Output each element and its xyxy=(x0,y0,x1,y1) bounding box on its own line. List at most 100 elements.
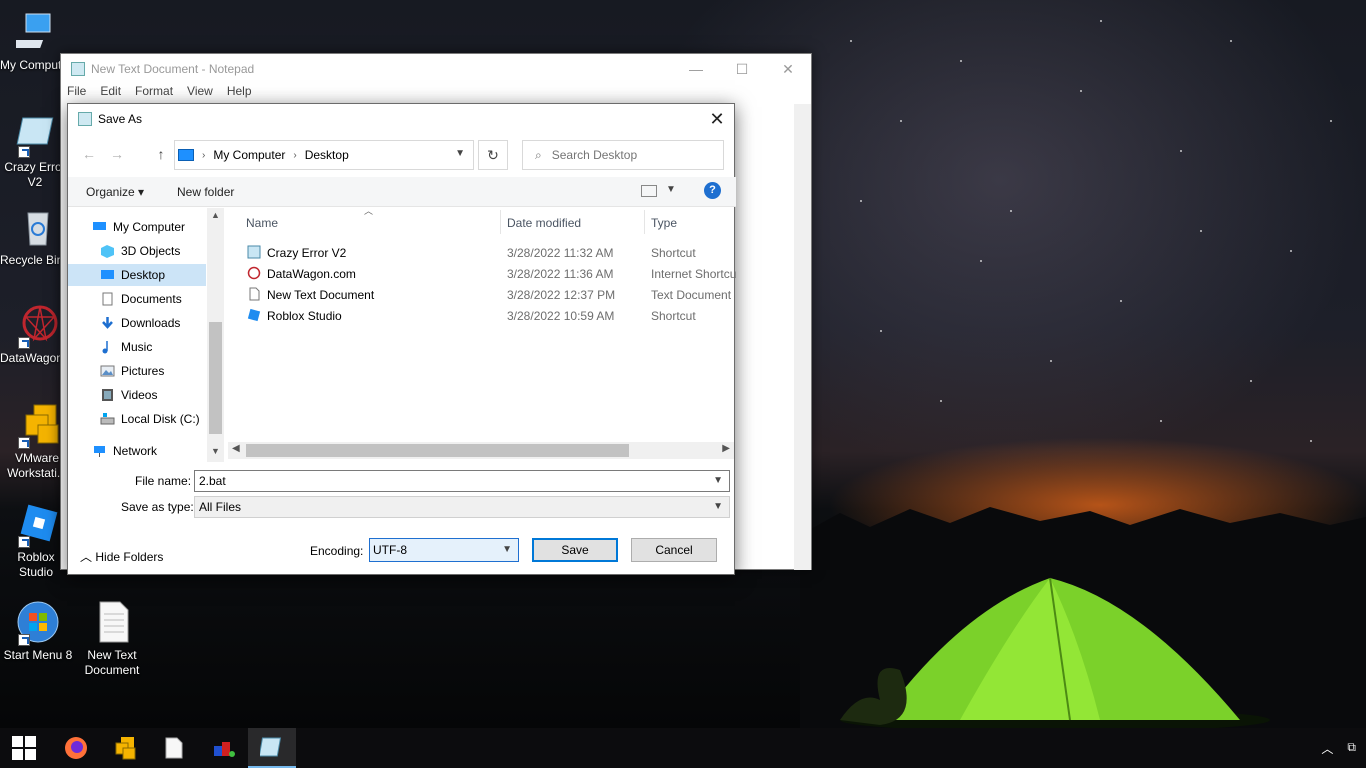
taskbar-firefox[interactable] xyxy=(52,728,100,768)
forward-arrow-icon[interactable]: → xyxy=(108,146,126,162)
videos-icon xyxy=(102,389,113,401)
scroll-right-icon[interactable]: ▶ xyxy=(722,443,730,454)
tree-item-network[interactable]: Network xyxy=(68,440,206,462)
column-divider[interactable] xyxy=(644,210,645,234)
column-header-date[interactable]: Date modified xyxy=(507,216,581,230)
sort-ascending-icon: ︿ xyxy=(364,208,374,216)
menu-help[interactable]: Help xyxy=(227,84,252,102)
file-name-combobox[interactable]: ▼ xyxy=(194,470,730,492)
navigation-pane-scrollbar[interactable]: ▲ ▼ xyxy=(207,208,224,462)
tree-item-local-disk[interactable]: Local Disk (C:) xyxy=(68,408,206,430)
tree-item-pictures[interactable]: Pictures xyxy=(68,360,206,382)
tree-item-downloads[interactable]: Downloads xyxy=(68,312,206,334)
maximize-button[interactable]: ☐ xyxy=(719,54,765,84)
refresh-icon[interactable]: ↻ xyxy=(478,140,508,170)
crazy-error-icon xyxy=(16,112,60,158)
shortcut-arrow-icon xyxy=(18,437,30,449)
windows-logo-icon xyxy=(12,736,36,760)
scrollbar-thumb[interactable] xyxy=(209,322,222,434)
notepad-vertical-scrollbar[interactable] xyxy=(794,104,811,570)
datawagon-icon xyxy=(16,303,60,349)
dialog-titlebar[interactable]: Save As xyxy=(68,104,734,134)
tree-item-my-computer[interactable]: My Computer xyxy=(68,216,206,238)
menu-file[interactable]: File xyxy=(67,84,86,102)
chevron-down-icon[interactable]: ▼ xyxy=(713,497,723,517)
file-row[interactable]: Crazy Error V2 3/28/2022 11:32 AM Shortc… xyxy=(241,242,736,263)
file-name-label: File name: xyxy=(135,474,192,488)
vmware-icon xyxy=(115,737,136,760)
dialog-close-button[interactable]: ✕ xyxy=(704,106,730,132)
column-header-name[interactable]: Name xyxy=(246,216,278,230)
downloads-icon xyxy=(102,317,113,329)
up-arrow-icon[interactable]: ↑ xyxy=(152,146,170,162)
shortcut-arrow-icon xyxy=(18,146,30,158)
taskbar-vmware[interactable] xyxy=(101,728,149,768)
back-arrow-icon[interactable]: ← xyxy=(80,146,98,162)
breadcrumb-desktop[interactable]: Desktop xyxy=(305,148,349,162)
scroll-down-icon[interactable]: ▼ xyxy=(207,446,224,462)
cancel-button[interactable]: Cancel xyxy=(631,538,717,562)
chevron-down-icon[interactable]: ▼ xyxy=(713,475,723,486)
system-tray: ︿ ⧉ xyxy=(1321,740,1356,757)
firefox-icon xyxy=(65,737,87,759)
help-icon[interactable]: ? xyxy=(704,182,721,199)
network-status-icon[interactable]: ⧉ xyxy=(1347,740,1356,757)
encoding-select[interactable]: UTF-8 ▼ xyxy=(369,538,519,562)
navigation-bar: ← → ↑ › My Computer › Desktop ▼ ↻ ⌕ xyxy=(68,138,736,170)
breadcrumb-separator-icon: › xyxy=(202,149,206,161)
pictures-icon xyxy=(100,365,115,377)
chevron-up-icon[interactable]: ︿ xyxy=(1321,740,1333,757)
tree-item-documents[interactable]: Documents xyxy=(68,288,206,310)
3d-objects-icon xyxy=(101,245,114,258)
breadcrumb-my-computer[interactable]: My Computer xyxy=(213,148,285,162)
roblox-studio-icon xyxy=(16,502,60,548)
minimize-button[interactable]: — xyxy=(673,54,719,84)
chevron-down-icon[interactable]: ▼ xyxy=(502,539,512,561)
save-as-type-select[interactable]: All Files ▼ xyxy=(194,496,730,518)
file-row[interactable]: Roblox Studio 3/28/2022 10:59 AM Shortcu… xyxy=(241,305,736,326)
new-folder-button[interactable]: New folder xyxy=(177,185,234,199)
chevron-down-icon[interactable]: ▼ xyxy=(666,184,676,195)
desktop-icon-start-menu-8[interactable]: Start Menu 8 xyxy=(0,600,76,663)
search-input[interactable] xyxy=(551,148,712,162)
notepad-window-controls: — ☐ ✕ xyxy=(673,54,811,84)
taskbar-app[interactable] xyxy=(200,728,248,768)
hide-folders-button[interactable]: ︿ Hide Folders xyxy=(80,548,163,565)
column-divider[interactable] xyxy=(500,210,501,234)
close-button[interactable]: ✕ xyxy=(765,54,811,84)
menu-format[interactable]: Format xyxy=(135,84,173,102)
start-button[interactable] xyxy=(0,728,48,768)
file-name-input[interactable] xyxy=(195,471,695,491)
search-box[interactable]: ⌕ xyxy=(522,140,724,170)
save-as-dialog[interactable]: Save As ✕ ← → ↑ › My Computer › Desktop … xyxy=(67,103,736,575)
network-icon xyxy=(94,446,105,457)
tree-item-music[interactable]: Music xyxy=(68,336,206,358)
view-options-icon[interactable] xyxy=(641,185,657,197)
file-row[interactable]: New Text Document 3/28/2022 12:37 PM Tex… xyxy=(241,284,736,305)
menu-view[interactable]: View xyxy=(187,84,213,102)
save-button[interactable]: Save xyxy=(532,538,618,562)
tree-item-desktop[interactable]: Desktop xyxy=(68,264,206,286)
taskbar-notepad[interactable] xyxy=(248,728,296,768)
recycle-bin-icon xyxy=(16,205,60,249)
tree-item-videos[interactable]: Videos xyxy=(68,384,206,406)
chevron-down-icon[interactable]: ▼ xyxy=(455,148,465,159)
column-header-type[interactable]: Type xyxy=(651,216,677,230)
taskbar-text-file[interactable] xyxy=(150,728,198,768)
breadcrumb-separator-icon: › xyxy=(293,149,297,161)
desktop-icon-new-text-document[interactable]: New Text Document xyxy=(74,600,150,678)
scroll-left-icon[interactable]: ◀ xyxy=(232,443,240,454)
organize-button[interactable]: Organize ▾ xyxy=(86,185,144,199)
dialog-toolbar: Organize ▾ New folder ▼ ? xyxy=(68,177,736,207)
notepad-menubar: File Edit Format View Help xyxy=(61,84,811,102)
tree-item-3d-objects[interactable]: 3D Objects xyxy=(68,240,206,262)
notepad-icon xyxy=(78,112,92,126)
file-list-horizontal-scrollbar[interactable]: ◀ ▶ xyxy=(228,442,734,459)
search-icon: ⌕ xyxy=(535,147,542,162)
menu-edit[interactable]: Edit xyxy=(100,84,121,102)
scrollbar-thumb[interactable] xyxy=(246,444,629,457)
file-row[interactable]: DataWagon.com 3/28/2022 11:36 AM Interne… xyxy=(241,263,736,284)
scroll-up-icon[interactable]: ▲ xyxy=(207,210,224,226)
address-bar[interactable]: › My Computer › Desktop ▼ xyxy=(174,140,474,170)
dialog-title: Save As xyxy=(98,112,143,126)
